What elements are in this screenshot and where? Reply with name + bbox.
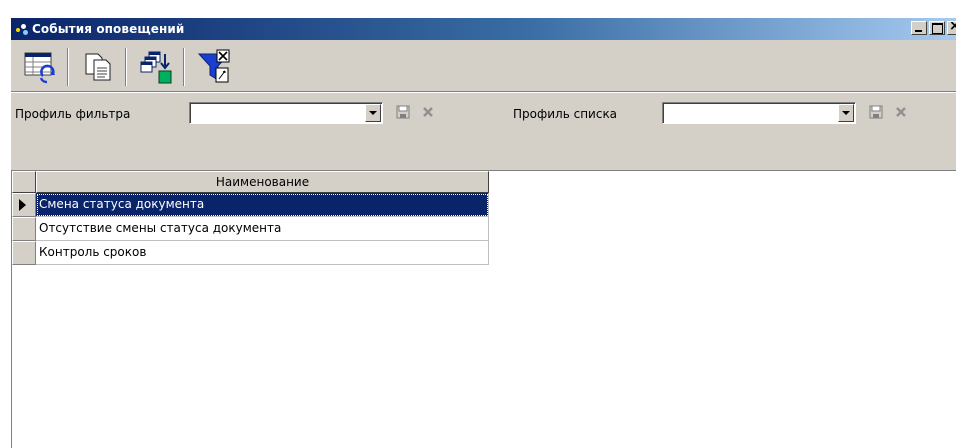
bell-icon — [14, 21, 30, 37]
minimize-icon[interactable] — [911, 21, 927, 35]
toolbar — [11, 40, 956, 92]
window-controls — [909, 21, 956, 35]
toolbar-separator — [125, 48, 127, 86]
current-row-arrow-icon — [19, 199, 26, 211]
table-cell[interactable]: Смена статуса документа — [36, 193, 489, 217]
toolbar-separator — [67, 48, 69, 86]
filter-clear-icon[interactable] — [193, 46, 235, 88]
chevron-down-icon[interactable] — [838, 104, 854, 122]
list-profile-select[interactable] — [662, 102, 856, 124]
events-grid-area[interactable]: Наименование Смена статуса документа Отс… — [11, 170, 956, 448]
row-indicator[interactable] — [12, 241, 36, 265]
table-row[interactable]: Контроль сроков — [12, 241, 489, 265]
chevron-down-icon[interactable] — [365, 104, 381, 122]
table-row[interactable]: Отсутствие смены статуса документа — [12, 217, 489, 241]
table-cell[interactable]: Отсутствие смены статуса документа — [36, 217, 489, 241]
title-bar[interactable]: События оповещений — [11, 18, 956, 40]
column-header-name[interactable]: Наименование — [36, 171, 489, 193]
filter-profile-label: Профиль фильтра — [15, 107, 131, 121]
window-title: События оповещений — [32, 22, 185, 36]
filter-bar: Профиль фильтра Профиль списка — [11, 94, 956, 134]
windows-import-icon[interactable] — [135, 46, 177, 88]
row-indicator-header — [12, 171, 36, 193]
list-profile-label: Профиль списка — [513, 107, 618, 121]
toolbar-separator — [183, 48, 185, 86]
save-icon[interactable] — [396, 105, 410, 119]
notification-events-window: События оповещений × Профиль фильтра Про… — [10, 17, 956, 448]
close-icon[interactable] — [947, 21, 956, 35]
table-row[interactable]: Смена статуса документа — [12, 193, 489, 217]
delete-icon[interactable] — [421, 105, 435, 119]
row-indicator[interactable] — [12, 217, 36, 241]
grid-header: Наименование — [12, 171, 489, 193]
table-refresh-icon[interactable] — [19, 46, 61, 88]
delete-icon[interactable] — [894, 105, 908, 119]
copy-documents-icon[interactable] — [77, 46, 119, 88]
table-cell[interactable]: Контроль сроков — [36, 241, 489, 265]
filter-profile-select[interactable] — [189, 102, 383, 124]
events-grid: Наименование Смена статуса документа Отс… — [12, 171, 489, 265]
save-icon[interactable] — [869, 105, 883, 119]
row-indicator[interactable] — [12, 193, 36, 217]
maximize-icon[interactable] — [929, 21, 945, 35]
